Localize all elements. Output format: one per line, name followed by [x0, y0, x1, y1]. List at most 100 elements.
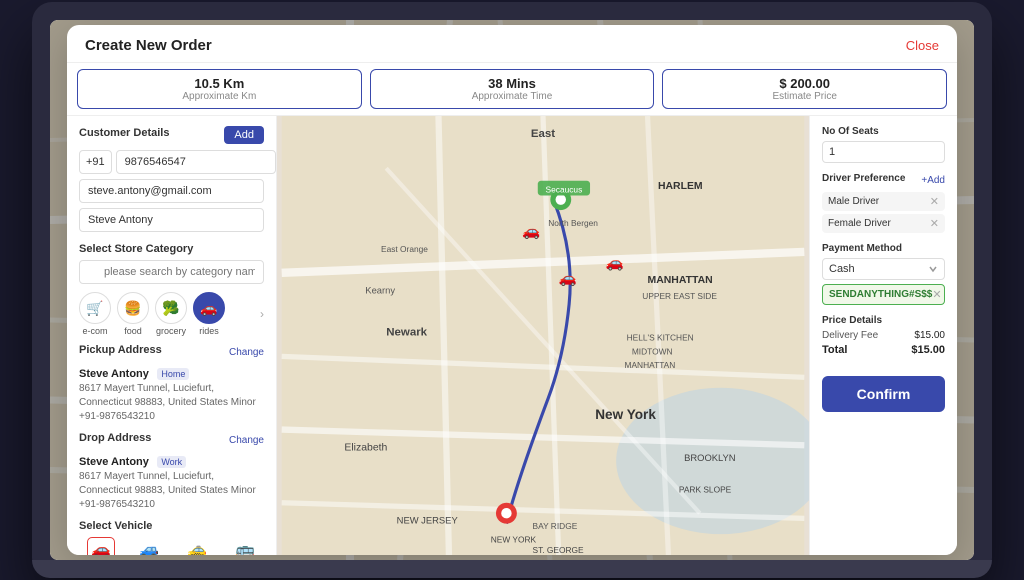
- payment-label: Payment Method: [822, 243, 945, 254]
- add-customer-button[interactable]: Add: [224, 126, 264, 144]
- svg-text:PARK SLOPE: PARK SLOPE: [679, 484, 732, 494]
- pickup-name: Steve Antony: [79, 368, 149, 380]
- drop-address-header: Drop Address Change: [79, 432, 264, 449]
- svg-text:MANHATTAN: MANHATTAN: [625, 360, 676, 370]
- svg-text:East Orange: East Orange: [381, 244, 428, 254]
- payment-select[interactable]: Cash Card Wallet: [822, 258, 945, 280]
- food-icon: 🍔: [117, 292, 149, 324]
- phone-input[interactable]: [116, 150, 276, 174]
- rides-label: rides: [199, 326, 219, 336]
- drop-address-text: 8617 Mayert Tunnel, Luciefurt, Connectic…: [79, 470, 264, 498]
- seats-input[interactable]: [822, 141, 945, 163]
- laptop-screen: 🚗 🚗 🚗 📍 📍 East HARLEM MANHATTAN UPPER EA…: [50, 20, 974, 560]
- svg-text:HARLEM: HARLEM: [658, 181, 703, 192]
- laptop-base: [32, 560, 992, 578]
- price-details-section: Price Details Delivery Fee $15.00 Total …: [822, 315, 945, 356]
- category-search-wrap: 🔍: [79, 260, 264, 284]
- drop-address-section: Drop Address Change Steve Antony Work 86…: [79, 432, 264, 512]
- svg-text:North Bergen: North Bergen: [548, 218, 598, 228]
- vehicle-micro[interactable]: 🚙 Micro $150·4: [127, 540, 171, 555]
- modal-title: Create New Order: [85, 37, 212, 54]
- pickup-label: Pickup Address: [79, 344, 162, 356]
- ecom-icon: 🛒: [79, 292, 111, 324]
- delivery-fee-row: Delivery Fee $15.00: [822, 330, 945, 341]
- map-detail-svg: 🚗 🚗 🚗 East HARLEM M: [277, 116, 809, 555]
- confirm-button[interactable]: Confirm: [822, 376, 945, 412]
- right-panel: No Of Seats Driver Preference +Add Male …: [809, 116, 957, 555]
- total-row: Total $15.00: [822, 344, 945, 356]
- male-driver-remove-icon[interactable]: ✕: [930, 195, 939, 208]
- driver-pref-label: Driver Preference: [822, 173, 905, 184]
- pickup-badge: Home: [157, 368, 189, 380]
- rides-icon: 🚗: [193, 292, 225, 324]
- category-grid: 🛒 e-com 🍔 food 🥦 grocery: [79, 292, 264, 336]
- category-ecom[interactable]: 🛒 e-com: [79, 292, 111, 336]
- phone-prefix: +91: [79, 150, 112, 174]
- close-button[interactable]: Close: [906, 38, 939, 53]
- svg-text:HELL'S KITCHEN: HELL'S KITCHEN: [627, 333, 694, 343]
- map-area: 🚗 🚗 🚗 East HARLEM M: [277, 116, 809, 555]
- category-food[interactable]: 🍔 food: [117, 292, 149, 336]
- modal-overlay: Create New Order Close 10.5 Km Approxima…: [50, 20, 974, 560]
- svg-text:🚗: 🚗: [606, 256, 624, 272]
- ecom-label: e-com: [82, 326, 107, 336]
- drop-change-link[interactable]: Change: [229, 435, 264, 446]
- price-details-label: Price Details: [822, 315, 945, 326]
- km-value: 10.5 Km: [88, 76, 351, 91]
- time-value: 38 Mins: [381, 76, 644, 91]
- svg-text:NEW JERSEY: NEW JERSEY: [397, 515, 459, 526]
- svg-text:New York: New York: [595, 407, 656, 422]
- customer-header: Customer Details Add: [79, 126, 264, 144]
- total-value: $15.00: [911, 344, 945, 356]
- price-value: $ 200.00: [673, 76, 936, 91]
- grocery-label: grocery: [156, 326, 186, 336]
- svg-text:UPPER EAST SIDE: UPPER EAST SIDE: [642, 291, 717, 301]
- svg-text:Secaucus: Secaucus: [546, 184, 583, 194]
- email-input[interactable]: [79, 179, 264, 203]
- vehicle-row: 🚗 Mini $200·4 🚙 Micro $150·4: [79, 537, 264, 555]
- pickup-change-link[interactable]: Change: [229, 347, 264, 358]
- sedan-icon: 🚕: [187, 540, 207, 555]
- seats-label: No Of Seats: [822, 126, 945, 137]
- total-key: Total: [822, 344, 847, 356]
- vehicle-mini[interactable]: 🚗 Mini $200·4: [79, 537, 123, 555]
- category-grocery[interactable]: 🥦 grocery: [155, 292, 187, 336]
- female-driver-text: Female Driver: [828, 218, 891, 229]
- svg-text:🚗: 🚗: [522, 224, 540, 240]
- add-driver-link[interactable]: +Add: [921, 175, 945, 186]
- drop-name-row: Steve Antony Work: [79, 452, 264, 470]
- male-driver-text: Male Driver: [828, 196, 879, 207]
- category-search-input[interactable]: [79, 260, 264, 284]
- drop-badge: Work: [157, 456, 186, 468]
- mini-icon: 🚗: [91, 542, 111, 555]
- svg-text:Newark: Newark: [386, 327, 427, 339]
- time-label: Approximate Time: [381, 91, 644, 102]
- female-driver-tag: Female Driver ✕: [822, 214, 945, 233]
- drop-phone: +91-9876543210: [79, 498, 264, 512]
- pickup-name-row: Steve Antony Home: [79, 364, 264, 382]
- svg-text:NEW YORK: NEW YORK: [491, 534, 537, 544]
- svg-text:MIDTOWN: MIDTOWN: [632, 346, 673, 356]
- km-stat-card: 10.5 Km Approximate Km: [77, 69, 362, 109]
- coupon-remove-icon[interactable]: ✕: [932, 288, 941, 301]
- category-rides[interactable]: 🚗 rides: [193, 292, 225, 336]
- vehicle-suv[interactable]: 🚌 SUV $190·4: [223, 540, 264, 555]
- category-chevron-right-icon: ›: [260, 307, 264, 321]
- store-category-label: Select Store Category: [79, 243, 264, 255]
- payment-section: Payment Method Cash Card Wallet SENDANYT…: [822, 243, 945, 305]
- price-stat-card: $ 200.00 Estimate Price: [662, 69, 947, 109]
- left-panel: Customer Details Add +91 Select Store Ca…: [67, 116, 277, 555]
- vehicle-label: Select Vehicle: [79, 520, 264, 532]
- modal-body: Customer Details Add +91 Select Store Ca…: [67, 116, 957, 555]
- svg-text:East: East: [531, 128, 555, 140]
- modal-header: Create New Order Close: [67, 25, 957, 63]
- drop-name: Steve Antony: [79, 456, 149, 468]
- vehicle-sedan[interactable]: 🚕 Sedan $160·4: [175, 540, 219, 555]
- pickup-address-section: Pickup Address Change Steve Antony Home …: [79, 344, 264, 424]
- female-driver-remove-icon[interactable]: ✕: [930, 217, 939, 230]
- price-label: Estimate Price: [673, 91, 936, 102]
- pickup-address-text: 8617 Mayert Tunnel, Luciefurt, Connectic…: [79, 382, 264, 410]
- svg-text:Kearny: Kearny: [365, 285, 395, 296]
- name-input[interactable]: [79, 208, 264, 232]
- phone-row: +91: [79, 150, 264, 174]
